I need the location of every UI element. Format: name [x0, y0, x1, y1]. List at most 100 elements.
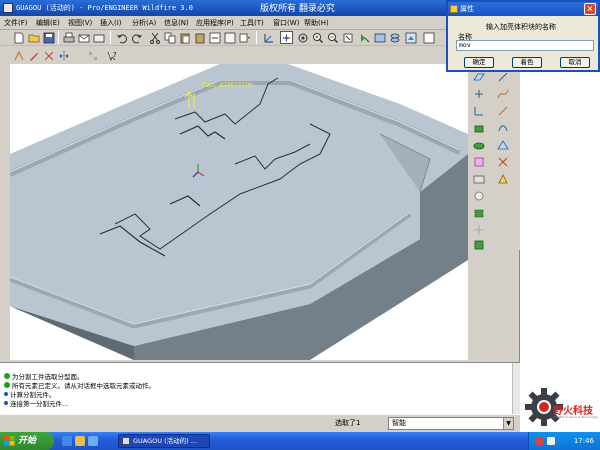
menu-bar: 文件(F) 编辑(E) 视图(V) 插入(I) 分析(A) 信息(N) 应用程序… — [0, 16, 520, 30]
toolbar-separator — [256, 31, 257, 44]
menu-analysis[interactable]: 分析(A) — [132, 18, 156, 28]
new-file-icon[interactable] — [12, 31, 25, 44]
shade-button[interactable]: 着色 — [512, 57, 542, 68]
repaint-icon[interactable] — [422, 31, 435, 44]
draft-icon[interactable] — [472, 206, 486, 220]
view-manager-icon[interactable] — [404, 31, 417, 44]
ie-icon[interactable] — [62, 436, 72, 446]
email-attach-icon[interactable] — [92, 31, 105, 44]
save-icon[interactable] — [42, 31, 55, 44]
email-icon[interactable] — [77, 31, 90, 44]
name-input[interactable]: mov — [456, 40, 594, 51]
view-orientation-icon[interactable] — [262, 31, 275, 44]
dialog-title: 属性 — [460, 5, 474, 13]
menu-view[interactable]: 视图(V) — [68, 18, 92, 28]
refit-icon[interactable] — [341, 31, 354, 44]
info-bullet-icon — [4, 401, 8, 405]
spin-center-icon[interactable] — [280, 31, 293, 44]
mirror-icon[interactable] — [57, 49, 70, 62]
datum-axis-icon[interactable] — [496, 70, 510, 84]
clock: 17:46 — [573, 437, 594, 445]
paste-special-icon[interactable] — [193, 31, 206, 44]
menu-edit[interactable]: 编辑(E) — [36, 18, 60, 28]
dialog-app-icon — [450, 5, 458, 13]
windows-taskbar: 开始 GUAGOU (活动的) ... 17:46 — [0, 432, 600, 450]
csys-icon[interactable] — [472, 104, 486, 118]
mold-model-view[interactable]: PULL_DIRECTION — [10, 64, 468, 360]
message-line: 连接第一分割元件... — [4, 398, 68, 408]
find-icon[interactable] — [223, 31, 236, 44]
menu-tools[interactable]: 工具(T) — [240, 18, 264, 28]
show-desktop-icon[interactable] — [88, 436, 98, 446]
orient-mode-icon[interactable] — [296, 31, 309, 44]
volume-icon[interactable] — [547, 437, 555, 445]
shell-icon[interactable] — [472, 155, 486, 169]
proe-task-icon — [122, 437, 130, 445]
edit-sketch-icon[interactable] — [27, 49, 40, 62]
graphics-window[interactable]: PULL_DIRECTION — [10, 64, 468, 360]
menu-info[interactable]: 信息(N) — [164, 18, 189, 28]
svg-text:?: ? — [113, 51, 117, 59]
tray-app-icon[interactable] — [535, 437, 543, 445]
close-icon[interactable]: × — [584, 3, 596, 15]
chevron-down-icon[interactable]: ▼ — [503, 418, 513, 429]
chamfer-icon[interactable] — [472, 223, 486, 237]
zoom-in-icon[interactable] — [311, 31, 324, 44]
datum-point-icon[interactable] — [472, 87, 486, 101]
split-icon[interactable] — [496, 155, 510, 169]
start-button[interactable]: 开始 — [0, 432, 54, 450]
mold-volume-icon[interactable] — [496, 172, 510, 186]
sweep-icon[interactable] — [472, 138, 486, 152]
pattern-icon[interactable] — [86, 49, 99, 62]
dialog-prompt: 输入加亮体积块的名称 — [486, 23, 556, 31]
feature-toolbar — [470, 70, 520, 250]
brand-logo: 野火科技 Wildfire Science & Technology — [520, 355, 600, 430]
open-folder-icon[interactable] — [27, 31, 40, 44]
window-title: GUAGOU (活动的) - Pro/ENGINEER Wildfire 3.0 — [16, 4, 193, 12]
ok-button[interactable]: 确定 — [464, 57, 494, 68]
cut-icon[interactable] — [148, 31, 161, 44]
datum-plane-icon[interactable] — [472, 70, 486, 84]
extrude-icon[interactable] — [472, 121, 486, 135]
cancel-button[interactable]: 取消 — [560, 57, 590, 68]
context-help-icon[interactable]: ? — [105, 49, 118, 62]
select-dropdown-icon[interactable] — [238, 31, 251, 44]
print-icon[interactable] — [62, 31, 75, 44]
revolve-icon[interactable] — [496, 121, 510, 135]
taskbar-task-proe[interactable]: GUAGOU (活动的) ... — [118, 434, 210, 448]
saved-views-icon[interactable] — [373, 31, 386, 44]
message-scrollbar[interactable] — [512, 363, 520, 415]
message-area: 为分割工件选取分型面。 所有元素已定义。请从对话框中选取元素或动作。 计算分割元… — [0, 362, 520, 415]
zoom-out-icon[interactable] — [326, 31, 339, 44]
copy-icon[interactable] — [163, 31, 176, 44]
trim-icon[interactable] — [42, 49, 55, 62]
regenerate-icon[interactable] — [208, 31, 221, 44]
redo-icon[interactable] — [130, 31, 143, 44]
sketch-icon[interactable] — [12, 49, 25, 62]
round-icon[interactable] — [472, 189, 486, 203]
menu-file[interactable]: 文件(F) — [4, 18, 28, 28]
layers-icon[interactable] — [388, 31, 401, 44]
menu-insert[interactable]: 插入(I) — [100, 18, 122, 28]
paste-icon[interactable] — [178, 31, 191, 44]
proe-app-icon — [3, 3, 13, 13]
prompt-icon — [4, 382, 10, 388]
menu-help[interactable]: 帮助(H) — [304, 18, 329, 28]
datum-curve-icon[interactable] — [496, 87, 510, 101]
undo-icon[interactable] — [115, 31, 128, 44]
rib-icon[interactable] — [472, 238, 486, 252]
properties-dialog: 属性 × 输入加亮体积块的名称 名称 mov 确定 着色 取消 — [446, 0, 600, 72]
name-input-value: mov — [459, 41, 471, 49]
reorient-icon[interactable] — [358, 31, 371, 44]
proe-window: GUAGOU (活动的) - Pro/ENGINEER Wildfire 3.0… — [0, 0, 520, 432]
blend-icon[interactable] — [496, 138, 510, 152]
hole-icon[interactable] — [472, 172, 486, 186]
sketch-tool-icon[interactable] — [496, 104, 510, 118]
explorer-icon[interactable] — [75, 436, 85, 446]
menu-applications[interactable]: 应用程序(P) — [196, 18, 234, 28]
dialog-title-bar: 属性 — [448, 2, 598, 16]
status-bar: 选取了1 智能 ▼ — [0, 414, 520, 432]
prompt-icon — [4, 373, 10, 379]
menu-window[interactable]: 窗口(W) — [273, 18, 299, 28]
selection-filter-dropdown[interactable]: 智能 ▼ — [388, 417, 514, 430]
